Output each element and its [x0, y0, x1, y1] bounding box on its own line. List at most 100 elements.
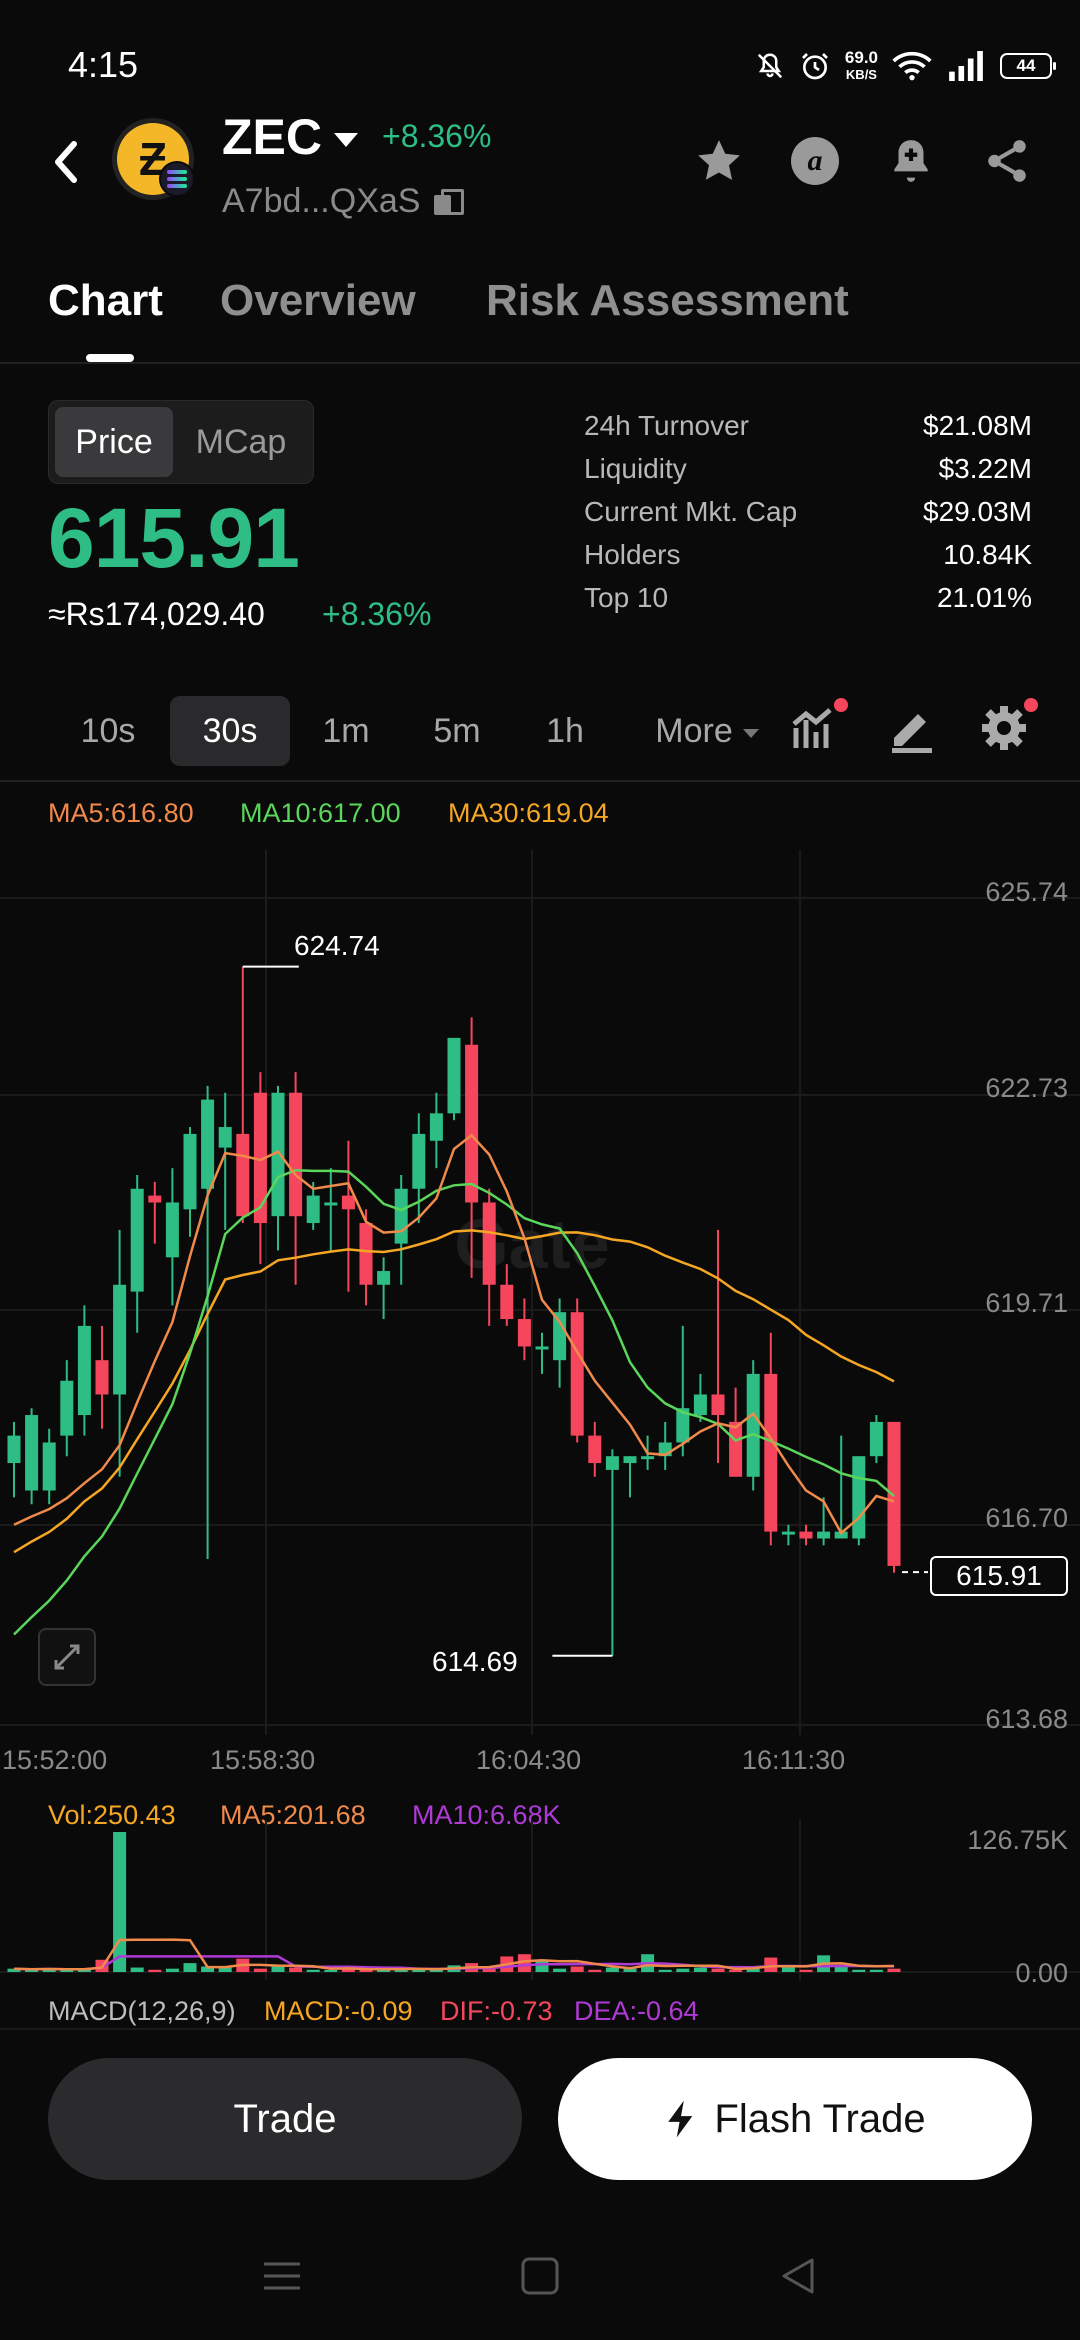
volume-bar — [289, 1967, 303, 1972]
active-tab-indicator — [86, 354, 134, 362]
candle-body — [799, 1531, 813, 1539]
macd-value: MACD:-0.09 — [264, 1996, 413, 2026]
volume-bar — [324, 1970, 338, 1972]
menu-nav-icon[interactable] — [262, 2256, 302, 2296]
volume-bar — [852, 1969, 866, 1972]
candlestick-chart[interactable]: Gate — [0, 840, 1080, 1740]
trade-button[interactable]: Trade — [48, 2058, 522, 2180]
tab-chart[interactable]: Chart — [48, 276, 163, 326]
timeframe-5m[interactable]: 5m — [414, 696, 500, 766]
toggle-price[interactable]: Price — [55, 407, 173, 477]
candle-body — [553, 1312, 567, 1361]
candle-body — [148, 1195, 162, 1203]
svg-text:a: a — [808, 144, 823, 177]
volume-bar — [781, 1967, 795, 1972]
timeframe-1m[interactable]: 1m — [306, 696, 386, 766]
divider — [0, 362, 1080, 364]
divider — [0, 2028, 1080, 2030]
share-icon[interactable] — [982, 136, 1032, 186]
candle-body — [729, 1421, 743, 1477]
volume-bar — [253, 1968, 267, 1972]
y-tick: 625.74 — [985, 877, 1068, 907]
star-icon[interactable] — [694, 136, 744, 186]
back-nav-icon[interactable] — [778, 2256, 818, 2296]
x-tick: 16:04:30 — [476, 1745, 582, 1775]
candle-body — [641, 1456, 655, 1460]
indicator-badge — [834, 698, 848, 712]
timeframe-1h[interactable]: 1h — [528, 696, 602, 766]
candle-body — [77, 1325, 91, 1416]
stat-row: Current Mkt. Cap $29.03M — [584, 496, 1032, 527]
macd-dif: DIF:-0.73 — [440, 1996, 553, 2026]
wifi-icon — [892, 51, 932, 81]
volume-bar — [887, 1968, 901, 1972]
volume-chart[interactable] — [0, 1820, 1080, 1990]
x-tick: 15:58:30 — [210, 1745, 316, 1775]
macd-dea: DEA:-0.64 — [574, 1996, 699, 2026]
home-nav-icon[interactable] — [520, 2256, 560, 2296]
y-tick: 622.73 — [985, 1073, 1068, 1103]
candle-body — [42, 1442, 56, 1491]
volume-bar — [605, 1967, 619, 1972]
stat-row: Holders 10.84K — [584, 539, 1032, 570]
signal-icon — [949, 51, 983, 81]
token-selector[interactable]: ZEC — [222, 108, 358, 166]
flash-trade-button[interactable]: Flash Trade — [558, 2058, 1032, 2180]
alpha-icon[interactable]: a — [790, 136, 840, 186]
candle-body — [113, 1284, 127, 1395]
volume-bar — [676, 1968, 690, 1972]
high-price-label: 624.74 — [294, 930, 380, 961]
candle-body — [236, 1133, 250, 1217]
bell-plus-icon[interactable] — [886, 136, 936, 186]
expand-icon — [54, 1644, 80, 1670]
volume-bar — [271, 1966, 285, 1972]
candle-body — [852, 1456, 866, 1539]
fiat-change: +8.36% — [322, 596, 432, 632]
candle-body — [693, 1394, 707, 1416]
header-change: +8.36% — [382, 118, 492, 154]
volume-bar — [553, 1968, 567, 1972]
timeframe-more[interactable]: More — [640, 696, 774, 766]
candle-body — [869, 1421, 883, 1457]
candle-body — [306, 1195, 320, 1224]
toggle-mcap[interactable]: MCap — [173, 407, 309, 477]
candle-body — [465, 1044, 479, 1203]
volume-bar — [113, 1832, 127, 1972]
x-tick: 15:52:00 — [2, 1745, 108, 1775]
copy-icon[interactable] — [434, 188, 465, 215]
candle-body — [570, 1312, 584, 1436]
status-icons: 69.0 KB/S 44 — [755, 44, 1056, 88]
timeframe-30s[interactable]: 30s — [170, 696, 290, 766]
macd-title: MACD(12,26,9) — [48, 1996, 236, 2026]
candle-body — [517, 1319, 531, 1347]
volume-bar — [869, 1969, 883, 1972]
timeframe-10s[interactable]: 10s — [62, 696, 154, 766]
back-icon[interactable] — [46, 132, 86, 192]
candle-body — [605, 1456, 619, 1470]
token-stats: 24h Turnover $21.08M Liquidity $3.22M Curr… — [584, 410, 1032, 625]
token-symbol: ZEC — [222, 109, 322, 165]
expand-chart-button[interactable] — [38, 1628, 96, 1686]
tab-overview[interactable]: Overview — [220, 276, 416, 326]
volume-bar — [799, 1969, 813, 1972]
volume-bar — [834, 1966, 848, 1972]
stat-row: 24h Turnover $21.08M — [584, 410, 1032, 441]
candle-body — [165, 1202, 179, 1258]
draw-pen-icon[interactable] — [884, 700, 940, 756]
alarm-icon — [801, 53, 828, 80]
candle-body — [359, 1223, 373, 1285]
volume-bar — [130, 1967, 144, 1972]
volume-bar — [658, 1969, 672, 1972]
lightning-icon — [668, 2100, 693, 2138]
volume-bar — [570, 1966, 584, 1972]
contract-address[interactable]: A7bd...QXaS — [222, 182, 465, 221]
ma5-legend: MA5:616.80 — [48, 798, 194, 828]
candle-body — [429, 1113, 443, 1141]
ma30-legend: MA30:619.04 — [448, 798, 609, 828]
tab-risk-assessment[interactable]: Risk Assessment — [486, 276, 849, 326]
candle-body — [623, 1456, 637, 1464]
divider — [0, 780, 1080, 782]
ma10-legend: MA10:617.00 — [240, 798, 401, 828]
settings-gear-icon[interactable] — [976, 700, 1032, 756]
battery-icon: 44 — [1000, 53, 1056, 79]
